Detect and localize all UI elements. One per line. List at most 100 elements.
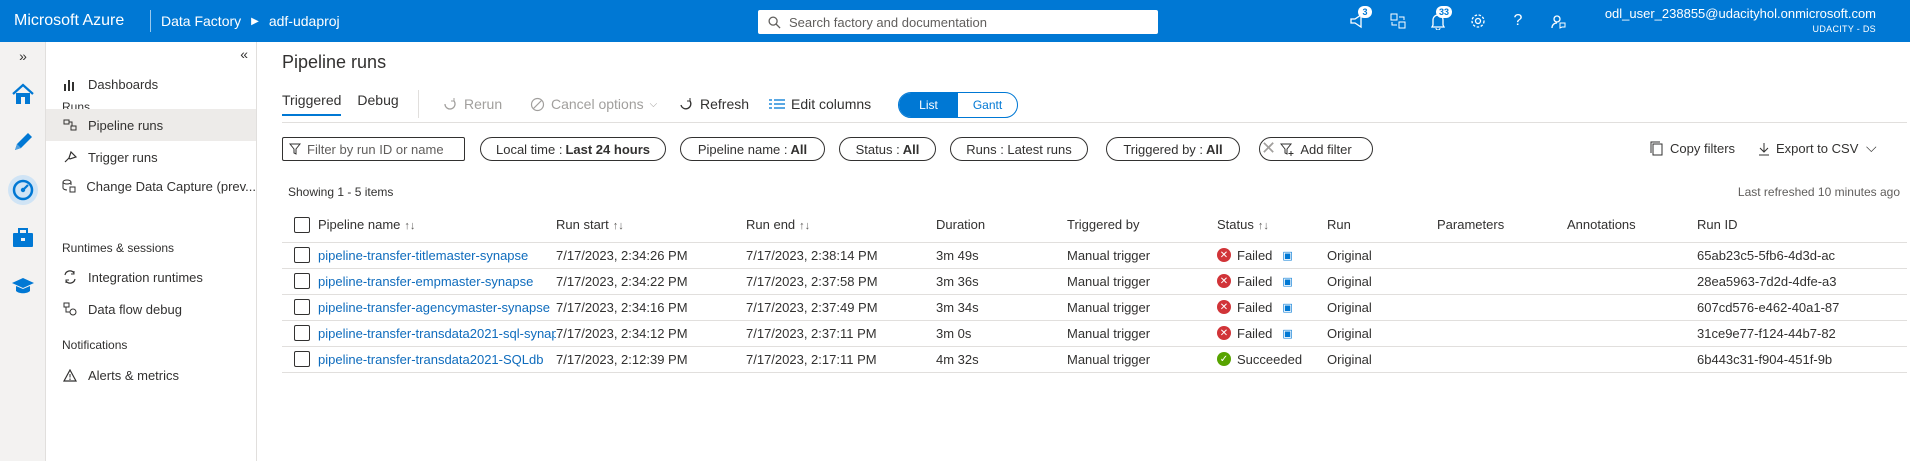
col-annotations[interactable]: Annotations — [1567, 208, 1697, 243]
collapse-nav-icon[interactable]: « — [240, 46, 248, 62]
col-triggered-by[interactable]: Triggered by — [1067, 208, 1217, 243]
chevron-right-icon: ▶ — [251, 15, 259, 27]
azure-brand[interactable]: Microsoft Azure — [0, 12, 140, 30]
monitor-icon[interactable] — [0, 166, 46, 214]
nav-trigger-runs[interactable]: Trigger runs — [46, 141, 256, 173]
filter-chip-local-time[interactable]: Local time : Last 24 hours — [480, 137, 666, 161]
edit-columns-button[interactable]: Edit columns — [769, 96, 871, 112]
filter-chip-runs[interactable]: Runs : Latest runs — [950, 137, 1088, 161]
nav-label: Change Data Capture (prev... — [86, 178, 256, 194]
parameters-cell — [1437, 294, 1567, 321]
tab-debug[interactable]: Debug — [357, 92, 398, 116]
row-checkbox[interactable] — [294, 299, 310, 316]
status-cell: ✕ Failed ▣ — [1217, 326, 1327, 341]
filter-runs-input[interactable]: Filter by run ID or name — [282, 137, 465, 161]
col-run-end[interactable]: Run end ↑↓ — [746, 208, 936, 243]
table-row[interactable]: pipeline-transfer-transdata2021-SQLdb 7/… — [282, 346, 1907, 373]
user-tenant: UDACITY - DS — [1812, 24, 1876, 34]
error-details-icon[interactable]: ▣ — [1282, 301, 1292, 314]
run-id-cell: 65ab23c5-5fb6-4d3d-ac — [1697, 242, 1907, 269]
run-start-cell: 7/17/2023, 2:34:12 PM — [556, 320, 746, 347]
nav-integration-runtimes[interactable]: Integration runtimes — [46, 261, 256, 293]
feedback-announcements-icon[interactable]: 3 — [1338, 0, 1378, 42]
error-details-icon[interactable]: ▣ — [1282, 275, 1292, 288]
feedback-icon[interactable] — [1538, 0, 1578, 42]
add-filter-button[interactable]: Add filter — [1259, 137, 1373, 161]
breadcrumb: Data Factory ▶ adf-udaproj — [161, 13, 340, 29]
nav-pipeline-runs[interactable]: Pipeline runs — [46, 109, 256, 141]
switch-directory-icon[interactable] — [1378, 0, 1418, 42]
col-duration[interactable]: Duration — [936, 208, 1067, 243]
filter-chip-pipeline-name[interactable]: Pipeline name : All — [680, 137, 825, 161]
parameters-cell — [1437, 268, 1567, 295]
rerun-button[interactable]: Rerun — [442, 96, 502, 112]
nav-dashboards[interactable]: Dashboards — [46, 68, 256, 100]
col-run-id[interactable]: Run ID — [1697, 208, 1907, 243]
pipeline-name-link[interactable]: pipeline-transfer-transdata2021-SQLdb — [318, 352, 543, 367]
manage-toolbox-icon[interactable] — [0, 214, 46, 262]
search-box[interactable]: Search factory and documentation — [758, 10, 1158, 34]
table-row[interactable]: pipeline-transfer-agencymaster-synapse 7… — [282, 294, 1907, 321]
triggered-by-cell: Manual trigger — [1067, 242, 1217, 269]
row-checkbox[interactable] — [294, 273, 310, 290]
error-details-icon[interactable]: ▣ — [1282, 327, 1292, 340]
table-row[interactable]: pipeline-transfer-empmaster-synapse 7/17… — [282, 268, 1907, 295]
refresh-button[interactable]: Refresh — [678, 96, 749, 112]
tab-triggered[interactable]: Triggered — [282, 92, 342, 116]
breadcrumb-factory[interactable]: adf-udaproj — [269, 13, 340, 29]
run-id-cell: 28ea5963-7d2d-4dfe-a3 — [1697, 268, 1907, 295]
home-icon[interactable] — [0, 70, 46, 118]
notifications-icon[interactable]: 33 — [1418, 0, 1458, 42]
row-checkbox[interactable] — [294, 351, 310, 368]
data-flow-debug-icon — [62, 302, 78, 316]
expand-rail-icon[interactable]: » — [0, 42, 46, 70]
view-toggle: List Gantt — [898, 92, 1018, 118]
pipeline-name-link[interactable]: pipeline-transfer-empmaster-synapse — [318, 274, 533, 289]
pipeline-name-link[interactable]: pipeline-transfer-agencymaster-synapse — [318, 300, 550, 315]
select-all-checkbox[interactable] — [294, 217, 310, 234]
settings-gear-icon[interactable] — [1458, 0, 1498, 42]
clear-filters-icon[interactable]: ✕ — [1261, 138, 1276, 159]
col-status[interactable]: Status ↑↓ — [1217, 208, 1327, 243]
annotations-cell — [1567, 268, 1697, 295]
nav-label: Data flow debug — [88, 301, 182, 317]
nav-alerts-metrics[interactable]: Alerts & metrics — [46, 359, 256, 391]
table-row[interactable]: pipeline-transfer-titlemaster-synapse 7/… — [282, 242, 1907, 269]
breadcrumb-service[interactable]: Data Factory — [161, 13, 241, 29]
pipeline-name-link[interactable]: pipeline-transfer-titlemaster-synapse — [318, 248, 528, 263]
cancel-options-button[interactable]: Cancel options ⌵ — [530, 96, 657, 112]
failed-x-icon: ✕ — [1217, 326, 1231, 340]
copy-filters-button[interactable]: Copy filters — [1650, 141, 1735, 156]
col-parameters[interactable]: Parameters — [1437, 208, 1567, 243]
learning-center-icon[interactable] — [0, 262, 46, 310]
col-run[interactable]: Run — [1327, 208, 1437, 243]
nav-change-data-capture[interactable]: Change Data Capture (prev... — [46, 170, 256, 202]
table-row[interactable]: pipeline-transfer-transdata2021-sql-syna… — [282, 320, 1907, 347]
user-account[interactable]: odl_user_238855@udacityhol.onmicrosoft.c… — [1605, 6, 1876, 34]
run-id-cell: 607cd576-e462-40a1-87 — [1697, 294, 1907, 321]
export-csv-button[interactable]: Export to CSV — [1758, 141, 1858, 156]
run-start-cell: 7/17/2023, 2:34:16 PM — [556, 294, 746, 321]
col-run-start[interactable]: Run start ↑↓ — [556, 208, 746, 243]
filter-chip-status[interactable]: Status : All — [839, 137, 936, 161]
run-type-tabs: Triggered Debug — [282, 92, 399, 116]
pipeline-runs-table: Pipeline name ↑↓ Run start ↑↓ Run end ↑↓ Du… — [282, 208, 1907, 373]
filter-chip-triggered-by[interactable]: Triggered by : All — [1106, 137, 1240, 161]
error-details-icon[interactable]: ▣ — [1282, 249, 1292, 262]
nav-data-flow-debug[interactable]: Data flow debug — [46, 293, 256, 325]
badge-count: 33 — [1435, 6, 1452, 18]
cancel-circle-icon — [530, 97, 545, 111]
status-cell: ✕ Failed ▣ — [1217, 300, 1327, 315]
toggle-list[interactable]: List — [899, 93, 958, 117]
help-icon[interactable]: ? — [1498, 0, 1538, 42]
author-pencil-icon[interactable] — [0, 118, 46, 166]
row-checkbox[interactable] — [294, 247, 310, 264]
main-content: Pipeline runs Triggered Debug Rerun Canc… — [258, 42, 1910, 461]
annotations-cell — [1567, 346, 1697, 373]
pipeline-name-link[interactable]: pipeline-transfer-transdata2021-sql-syna… — [318, 326, 556, 341]
export-options-chevron-icon[interactable]: ⌵ — [1866, 139, 1877, 156]
row-checkbox[interactable] — [294, 325, 310, 342]
run-start-cell: 7/17/2023, 2:34:26 PM — [556, 242, 746, 269]
toggle-gantt[interactable]: Gantt — [958, 93, 1017, 117]
col-pipeline-name[interactable]: Pipeline name ↑↓ — [318, 208, 556, 243]
